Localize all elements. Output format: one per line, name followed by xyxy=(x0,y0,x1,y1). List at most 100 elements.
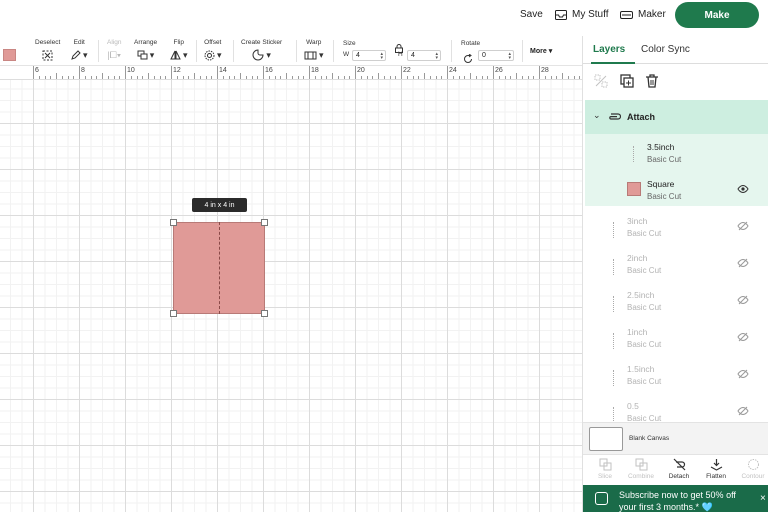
layer-row[interactable]: 2inch Basic Cut xyxy=(583,247,768,284)
slice-button[interactable]: Slice xyxy=(587,458,623,480)
arrange-tool[interactable]: Arrange ▾ xyxy=(134,39,157,61)
combine-icon xyxy=(635,458,647,471)
size-tooltip: 4 in x 4 in xyxy=(192,198,247,212)
sticker-icon: ▾ xyxy=(252,49,271,61)
height-stepper-icon[interactable]: ▴ ▾ xyxy=(435,52,438,61)
ruler-minor-tick xyxy=(320,76,322,79)
warp-tool[interactable]: Warp ▾ xyxy=(304,39,324,61)
save-button[interactable]: Save xyxy=(520,9,543,20)
eye-hidden-icon[interactable] xyxy=(737,221,749,231)
eye-hidden-icon[interactable] xyxy=(737,258,749,268)
size-label: Size xyxy=(343,40,356,47)
detach-label: Detach xyxy=(668,473,690,480)
ruler-minor-tick xyxy=(303,76,305,79)
ruler-minor-tick xyxy=(498,76,500,79)
machine-icon xyxy=(620,10,633,19)
close-icon[interactable]: × xyxy=(760,493,766,504)
layer-row[interactable]: 3.5inch Basic Cut xyxy=(583,136,768,173)
maker-label: Maker xyxy=(638,9,666,20)
ungroup-icon[interactable] xyxy=(593,73,609,89)
flip-tool[interactable]: Flip ▾ xyxy=(170,39,188,61)
eye-hidden-icon[interactable] xyxy=(737,406,749,416)
warp-icon: ▾ xyxy=(304,49,324,61)
group-name: Attach xyxy=(627,112,656,122)
eye-hidden-icon[interactable] xyxy=(737,295,749,305)
attach-group-header[interactable]: ⌄ Attach xyxy=(585,100,768,134)
ruler-minor-tick xyxy=(234,76,236,79)
ruler-minor-tick xyxy=(349,76,351,79)
paperclip-icon xyxy=(609,113,621,120)
ruler-minor-tick xyxy=(182,76,184,79)
rotate-field[interactable]: 0 ▴ ▾ xyxy=(478,50,514,61)
contour-button[interactable]: Contour xyxy=(735,458,768,480)
height-field[interactable]: 4 ▴ ▾ xyxy=(407,50,441,61)
layer-row[interactable]: 1.5inch Basic Cut xyxy=(583,358,768,395)
selected-color-swatch[interactable] xyxy=(3,49,16,61)
layer-row[interactable]: Square Basic Cut xyxy=(583,173,768,210)
ruler-label: 12 xyxy=(173,67,181,74)
resize-handle-bottom-right[interactable] xyxy=(261,310,268,317)
trash-icon[interactable] xyxy=(644,73,660,89)
chevron-down-icon[interactable]: ⌄ xyxy=(593,110,601,121)
combine-button[interactable]: Combine xyxy=(623,458,659,480)
my-stuff-button[interactable]: My Stuff xyxy=(555,9,609,20)
ruler-minor-tick xyxy=(521,76,523,79)
layers-panel: Layers Color Sync ⌄ Attach 3.5inch Basic… xyxy=(582,36,768,512)
toolbar-divider xyxy=(98,40,99,62)
maker-button[interactable]: Maker xyxy=(620,9,666,20)
rotate-stepper-icon[interactable]: ▴ ▾ xyxy=(508,52,511,61)
blank-canvas-swatch[interactable] xyxy=(589,427,623,451)
ruler-minor-tick xyxy=(573,76,575,79)
score-line xyxy=(219,222,220,314)
ruler-minor-tick xyxy=(510,76,512,79)
width-letter: W xyxy=(343,51,350,58)
ruler-label: 20 xyxy=(357,67,365,74)
blank-canvas-row[interactable]: Blank Canvas xyxy=(583,422,768,454)
eye-icon[interactable] xyxy=(737,184,749,194)
layer-row[interactable]: 2.5inch Basic Cut xyxy=(583,284,768,321)
layer-name: 0.5 xyxy=(627,401,639,411)
tab-color-sync[interactable]: Color Sync xyxy=(641,44,690,55)
height-value: 4 xyxy=(411,52,415,59)
layer-row[interactable]: 3inch Basic Cut xyxy=(583,210,768,247)
tab-layers[interactable]: Layers xyxy=(593,44,625,55)
arrange-icon: ▾ xyxy=(137,49,154,61)
design-canvas[interactable] xyxy=(0,80,582,512)
more-label: More xyxy=(530,48,547,55)
flatten-icon xyxy=(710,459,722,471)
resize-handle-top-left[interactable] xyxy=(170,219,177,226)
flip-label: Flip xyxy=(173,39,184,46)
slice-label: Slice xyxy=(597,473,613,480)
deselect-tool[interactable]: Deselect xyxy=(35,39,60,61)
resize-handle-bottom-left[interactable] xyxy=(170,310,177,317)
create-sticker-tool[interactable]: Create Sticker ▾ xyxy=(241,39,282,61)
more-button[interactable]: More ▾ xyxy=(530,47,552,55)
eye-hidden-icon[interactable] xyxy=(737,369,749,379)
ruler-minor-tick xyxy=(73,76,75,79)
ruler-minor-tick xyxy=(366,76,368,79)
align-tool[interactable]: Align |⧠▾ xyxy=(107,39,121,61)
contour-label: Contour xyxy=(741,473,765,480)
width-field[interactable]: 4 ▴ ▾ xyxy=(352,50,386,61)
ruler-major-tick xyxy=(217,66,218,79)
make-button[interactable]: Make xyxy=(675,2,759,28)
ruler-minor-tick xyxy=(38,76,40,79)
detach-button[interactable]: Detach xyxy=(661,458,697,480)
ruler-minor-tick xyxy=(389,76,391,79)
duplicate-icon[interactable] xyxy=(619,73,635,89)
toolbar-divider xyxy=(233,40,234,62)
subscribe-banner[interactable]: Subscribe now to get 50% off your first … xyxy=(583,485,768,512)
width-stepper-icon[interactable]: ▴ ▾ xyxy=(380,52,383,61)
edit-tool[interactable]: Edit ▾ xyxy=(71,39,88,61)
ruler-minor-tick xyxy=(533,76,535,79)
resize-handle-top-right[interactable] xyxy=(261,219,268,226)
my-stuff-label: My Stuff xyxy=(572,9,609,20)
flatten-button[interactable]: Flatten xyxy=(698,458,734,480)
ruler-minor-tick xyxy=(429,76,431,79)
offset-tool[interactable]: Offset ▾ xyxy=(204,39,222,61)
layer-row[interactable]: 1inch Basic Cut xyxy=(583,321,768,358)
ruler-minor-tick xyxy=(228,76,230,79)
ruler-major-tick xyxy=(263,66,264,79)
eye-hidden-icon[interactable] xyxy=(737,332,749,342)
ruler-minor-tick xyxy=(107,76,109,79)
